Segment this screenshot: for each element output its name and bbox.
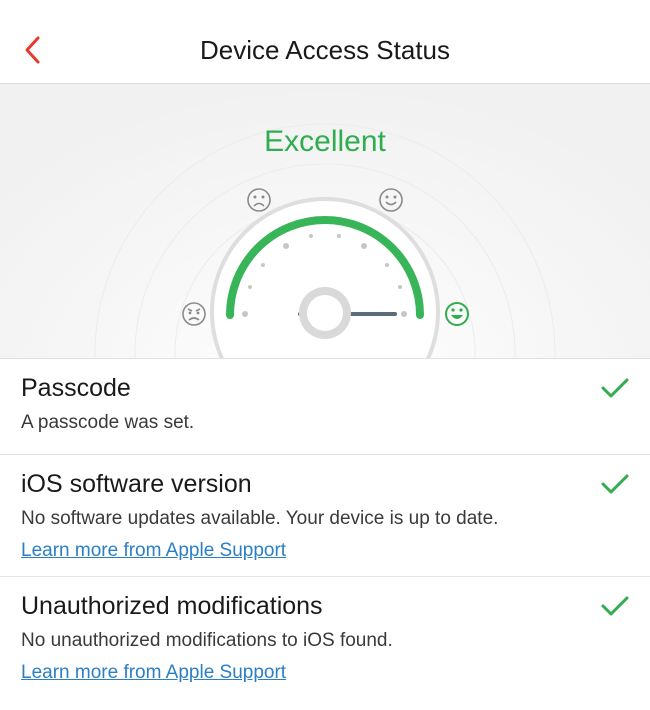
modifications-check-row: Unauthorized modifications No unauthoriz… (0, 577, 650, 710)
access-gauge-panel: Excellent (0, 84, 650, 359)
ios-version-title: iOS software version (21, 470, 252, 498)
page-title: Device Access Status (200, 35, 450, 65)
angry-face-icon (182, 302, 206, 326)
passcode-title: Passcode (21, 374, 131, 402)
status-label: Excellent (264, 125, 386, 158)
ios-version-support-link[interactable]: Learn more from Apple Support (21, 539, 286, 563)
checkmark-icon (601, 596, 629, 616)
modifications-title: Unauthorized modifications (21, 592, 323, 620)
modifications-description: No unauthorized modifications to iOS fou… (21, 630, 393, 651)
happy-face-icon (379, 188, 403, 212)
passcode-description: A passcode was set. (21, 412, 195, 433)
sad-face-icon (247, 188, 271, 212)
passcode-check-row: Passcode A passcode was set. (0, 359, 650, 455)
navigation-bar: Device Access Status (0, 0, 650, 84)
ios-version-description: No software updates available. Your devi… (21, 508, 499, 529)
modifications-support-link[interactable]: Learn more from Apple Support (21, 661, 286, 685)
grinning-face-icon (445, 302, 469, 326)
checkmark-icon (601, 474, 629, 494)
ios-version-check-row: iOS software version No software updates… (0, 455, 650, 577)
checkmark-icon (601, 378, 629, 398)
